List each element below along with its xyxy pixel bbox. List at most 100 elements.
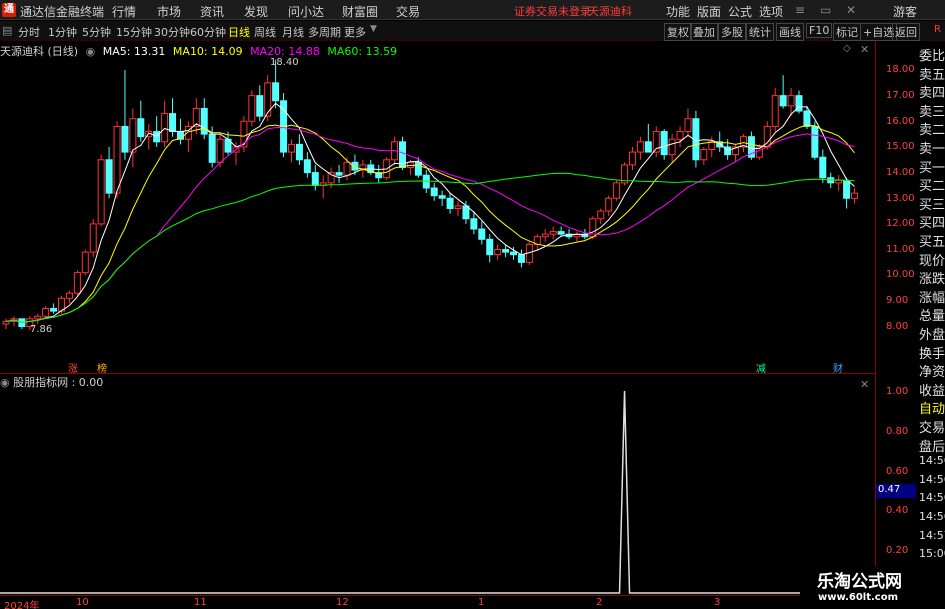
toolbar-menu-icon[interactable]: ▤ bbox=[2, 24, 12, 37]
menu-item-function[interactable]: 功能 bbox=[666, 3, 690, 20]
side-panel-item: 14:56 bbox=[919, 510, 945, 523]
app-logo-icon: 通 bbox=[2, 3, 16, 17]
candle-body bbox=[248, 95, 256, 122]
side-panel-item: 现价 bbox=[919, 253, 945, 269]
close-icon[interactable]: ✕ bbox=[846, 3, 856, 17]
candle-body bbox=[502, 249, 510, 253]
candle-body bbox=[430, 187, 438, 197]
candle-body bbox=[208, 133, 216, 163]
tab-period-1min[interactable]: 1分钟 bbox=[48, 24, 77, 40]
candle-body bbox=[216, 138, 224, 163]
guest-label[interactable]: 游客 bbox=[893, 3, 917, 20]
candle-body bbox=[264, 82, 272, 117]
menu-item-wealth[interactable]: 财富圈 bbox=[342, 3, 378, 20]
candle-body bbox=[65, 292, 73, 299]
candle-body bbox=[478, 228, 486, 240]
high-price-label: 18.40 bbox=[270, 57, 299, 68]
menu-item-market[interactable]: 市场 bbox=[157, 3, 181, 20]
indicator-chart[interactable] bbox=[0, 374, 875, 595]
limit-up-marker[interactable]: 涨 bbox=[68, 360, 78, 375]
menu-item-formula[interactable]: 公式 bbox=[728, 3, 752, 20]
overlay-button[interactable]: 叠加 bbox=[690, 23, 718, 41]
candle-body bbox=[628, 151, 636, 166]
candle-body bbox=[161, 113, 169, 143]
menu-item-news[interactable]: 资讯 bbox=[200, 3, 224, 20]
candle-body bbox=[2, 320, 10, 325]
side-panel-item: 买二 bbox=[919, 179, 945, 195]
candle-body bbox=[486, 238, 494, 256]
menu-item-xiaoda[interactable]: 问小达 bbox=[288, 3, 324, 20]
candle-body bbox=[438, 195, 446, 199]
side-panel-item: 卖二 bbox=[919, 123, 945, 139]
tab-period-15min[interactable]: 15分钟 bbox=[116, 24, 152, 40]
candle-body bbox=[811, 125, 819, 158]
side-panel-item: 自动 bbox=[919, 402, 945, 418]
candle-body bbox=[557, 231, 565, 235]
tab-period-weekly[interactable]: 周线 bbox=[254, 24, 276, 40]
candle-body bbox=[137, 118, 145, 138]
side-panel-item: 14:57 bbox=[919, 528, 945, 542]
side-panel-item: 14:56 bbox=[919, 472, 945, 486]
watermark-url: www.60lt.com bbox=[818, 592, 899, 603]
price-tick: 9.00 bbox=[886, 295, 909, 306]
low-price-label: 7.86 bbox=[30, 324, 53, 335]
menu-item-quotes[interactable]: 行情 bbox=[112, 3, 136, 20]
candle-body bbox=[684, 118, 692, 133]
menu-item-trade[interactable]: 交易 bbox=[396, 3, 420, 20]
candle-body bbox=[843, 179, 851, 199]
tab-period-monthly[interactable]: 月线 bbox=[282, 24, 304, 40]
tab-period-5min[interactable]: 5分钟 bbox=[82, 24, 111, 40]
candle-body bbox=[803, 110, 811, 127]
side-panel-item: 交易 bbox=[919, 421, 945, 436]
side-panel-item: 盘后 bbox=[919, 439, 945, 455]
candle-body bbox=[771, 95, 779, 127]
candle-body bbox=[787, 95, 795, 107]
candle-body bbox=[462, 205, 470, 220]
menu-item-options[interactable]: 选项 bbox=[759, 3, 783, 20]
menu-item-discover[interactable]: 发现 bbox=[244, 3, 268, 20]
candle-body bbox=[613, 182, 621, 199]
price-tick: 13.00 bbox=[886, 193, 915, 204]
login-status[interactable]: 证券交易未登录 bbox=[514, 3, 591, 19]
date-tick: 3 bbox=[714, 597, 721, 608]
candle-body bbox=[287, 143, 295, 153]
candle-body bbox=[819, 156, 827, 179]
ranking-marker[interactable]: 榜 bbox=[97, 360, 107, 375]
multi-stock-button[interactable]: 多股 bbox=[718, 23, 746, 41]
candle-body bbox=[97, 159, 105, 225]
adjust-button[interactable]: 复权 bbox=[664, 23, 692, 41]
side-panel-item: 卖一 bbox=[919, 142, 945, 157]
tab-period-daily[interactable]: 日线 bbox=[228, 24, 250, 40]
side-panel-item: 换手 bbox=[919, 346, 945, 362]
mark-button[interactable]: 标记 bbox=[833, 23, 861, 41]
candle-body bbox=[129, 118, 137, 153]
sub-tick: 1.00 bbox=[886, 386, 909, 397]
finance-marker[interactable]: 财 bbox=[833, 360, 843, 375]
more-chevron-icon[interactable]: ▼ bbox=[370, 24, 377, 34]
candlestick-chart[interactable] bbox=[0, 41, 875, 373]
tab-period-60min[interactable]: 60分钟 bbox=[190, 24, 226, 40]
candle-body bbox=[311, 172, 319, 186]
f10-button[interactable]: F10 bbox=[806, 23, 833, 38]
minimize-icon[interactable]: ▭ bbox=[820, 3, 831, 17]
reduce-marker[interactable]: 减 bbox=[756, 360, 766, 375]
date-tick: 1 bbox=[478, 597, 485, 608]
tab-period-30min[interactable]: 30分钟 bbox=[154, 24, 190, 40]
candle-body bbox=[541, 233, 549, 238]
candle-body bbox=[81, 251, 89, 274]
candle-body bbox=[121, 125, 129, 153]
price-tick: 17.00 bbox=[886, 90, 915, 101]
draw-line-button[interactable]: 画线 bbox=[776, 23, 804, 41]
menu-icon[interactable]: ≡ bbox=[795, 3, 805, 17]
candle-body bbox=[335, 172, 343, 176]
back-button[interactable]: 返回 bbox=[892, 23, 920, 41]
menu-item-layout[interactable]: 版面 bbox=[697, 3, 721, 20]
tab-period-multi[interactable]: 多周期 bbox=[308, 24, 341, 40]
current-value-badge: 0.47 bbox=[876, 484, 916, 498]
stats-button[interactable]: 统计 bbox=[746, 23, 774, 41]
menu-bar: 通 通达信金融终端 行情 市场 资讯 发现 问小达 财富圈 交易 证券交易未登录… bbox=[0, 0, 945, 20]
candle-body bbox=[660, 131, 668, 156]
candle-body bbox=[700, 149, 708, 161]
tab-period-intraday[interactable]: 分时 bbox=[18, 24, 40, 40]
tab-period-more[interactable]: 更多 bbox=[344, 24, 366, 40]
